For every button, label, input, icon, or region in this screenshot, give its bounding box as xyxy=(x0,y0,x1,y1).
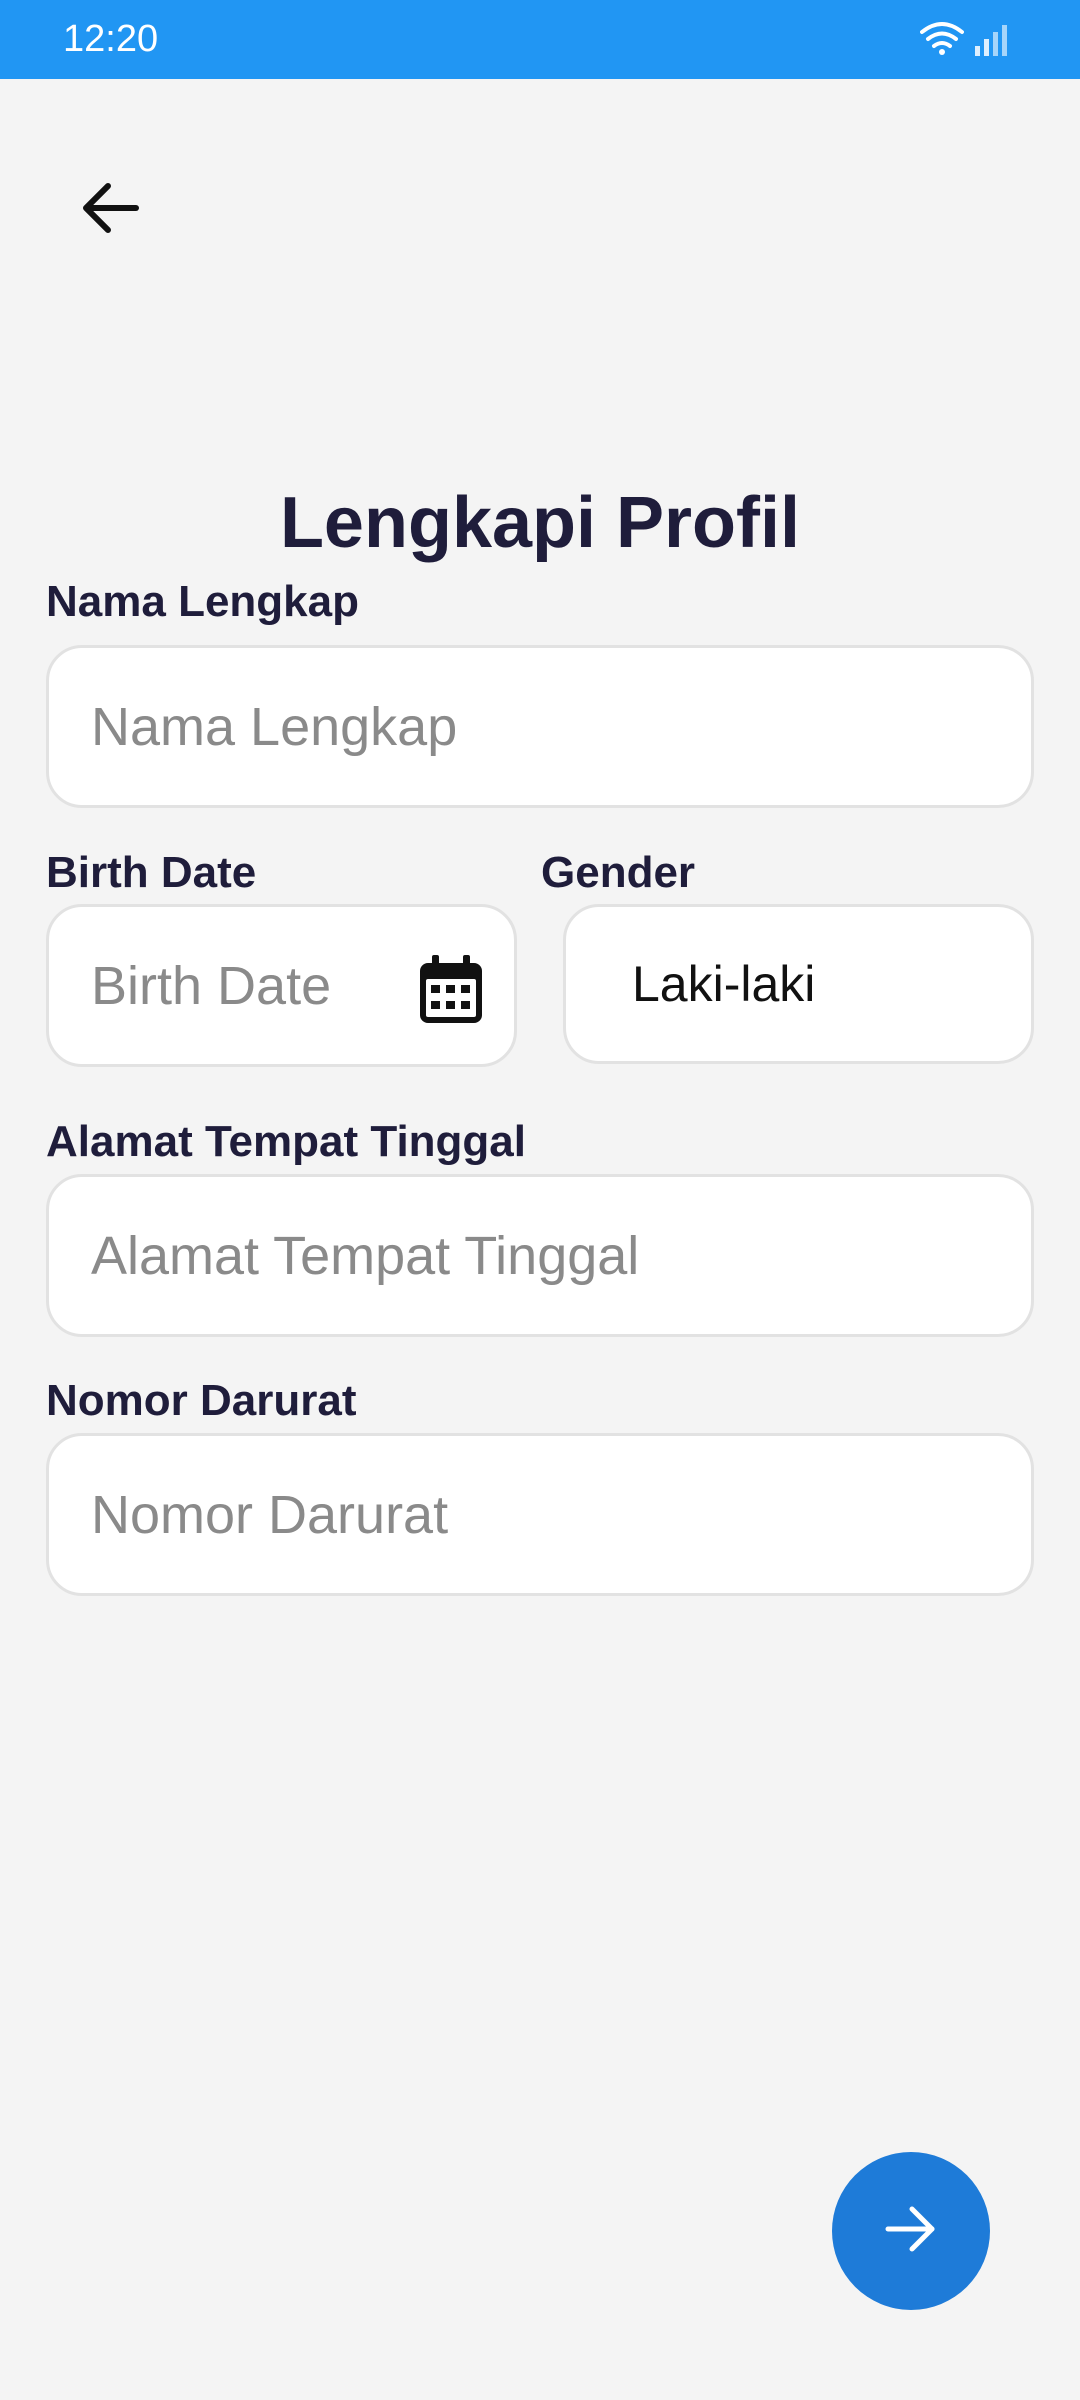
wifi-icon xyxy=(920,20,964,61)
emergency-number-label: Nomor Darurat xyxy=(46,1376,357,1425)
arrow-left-icon xyxy=(78,176,142,245)
address-input[interactable] xyxy=(49,1177,1031,1334)
birth-date-field-box xyxy=(46,904,517,1067)
gender-select[interactable]: Laki-laki xyxy=(563,904,1034,1064)
address-field-box xyxy=(46,1174,1034,1337)
birth-date-label: Birth Date xyxy=(46,848,257,897)
arrow-right-icon xyxy=(882,2200,940,2263)
status-time: 12:20 xyxy=(63,18,159,60)
page-title: Lengkapi Profil xyxy=(279,483,801,563)
emergency-number-input[interactable] xyxy=(49,1436,1031,1593)
full-name-field-box xyxy=(46,645,1034,808)
status-bar: 12:20 xyxy=(0,0,1080,79)
gender-value: Laki-laki xyxy=(632,956,816,1012)
full-name-input[interactable] xyxy=(49,648,1031,805)
signal-icon xyxy=(974,24,1010,61)
full-name-label: Nama Lengkap xyxy=(46,577,359,626)
back-button[interactable] xyxy=(60,160,160,260)
emergency-number-field-box xyxy=(46,1433,1034,1596)
status-icons xyxy=(920,20,1010,61)
next-button[interactable] xyxy=(832,2152,990,2310)
gender-label: Gender xyxy=(541,848,696,897)
address-label: Alamat Tempat Tinggal xyxy=(46,1117,527,1166)
calendar-icon[interactable] xyxy=(418,955,484,1025)
